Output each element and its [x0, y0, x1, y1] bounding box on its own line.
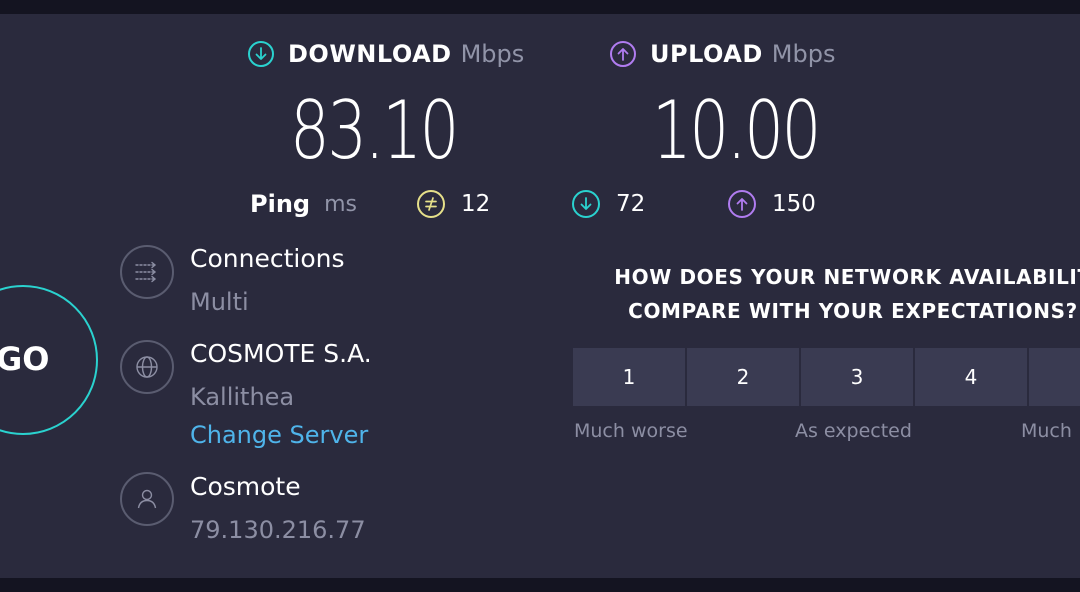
server-name: COSMOTE S.A.: [190, 339, 372, 368]
rating-label-low: Much worse: [574, 420, 688, 442]
user-icon: [120, 472, 174, 526]
upload-value: 10.00: [652, 84, 821, 177]
ping-upload: 150: [728, 186, 816, 222]
connections-mode: Multi: [190, 288, 249, 316]
rating-option-5[interactable]: 5: [1029, 348, 1080, 406]
rating-scale: 1 2 3 4 5: [573, 348, 1080, 406]
survey-question: HOW DOES YOUR NETWORK AVAILABILIT COMPAR…: [573, 260, 1080, 328]
ping-upload-value: 150: [772, 191, 816, 217]
provider-name: Cosmote: [190, 472, 301, 501]
upload-metric: UPLOAD Mbps: [610, 39, 835, 69]
rating-option-2[interactable]: 2: [687, 348, 799, 406]
survey-question-line1: HOW DOES YOUR NETWORK AVAILABILIT: [614, 265, 1080, 289]
change-server-link[interactable]: Change Server: [190, 421, 368, 449]
connections-icon: [120, 245, 174, 299]
ping-label: Ping: [250, 190, 311, 218]
download-value: 83.10: [290, 84, 459, 177]
ping-label-group: Ping ms: [250, 186, 357, 222]
ping-upload-icon: [728, 190, 756, 218]
globe-icon: [120, 340, 174, 394]
ping-download-icon: [572, 190, 600, 218]
upload-unit: Mbps: [771, 40, 836, 68]
connections-title: Connections: [190, 244, 345, 273]
go-button-label[interactable]: GO: [0, 340, 49, 378]
rating-label-high: Much: [1021, 420, 1072, 442]
rating-option-4[interactable]: 4: [915, 348, 1027, 406]
rating-label-mid: As expected: [795, 420, 912, 442]
speedtest-panel: DOWNLOAD Mbps 83.10 UPLOAD Mbps 10.00 Pi…: [0, 14, 1080, 578]
top-bar: [0, 0, 1080, 14]
arrow-up-circle-icon: [610, 41, 636, 67]
download-metric: DOWNLOAD Mbps: [248, 39, 524, 69]
server-location: Kallithea: [190, 383, 295, 411]
ping-download-value: 72: [616, 191, 646, 217]
ping-download: 72: [572, 186, 645, 222]
provider-ip: 79.130.216.77: [190, 516, 366, 544]
rating-option-3[interactable]: 3: [801, 348, 913, 406]
upload-title: UPLOAD: [650, 40, 763, 68]
rating-option-1[interactable]: 1: [573, 348, 685, 406]
ping-idle-value: 12: [461, 191, 491, 217]
arrow-down-circle-icon: [248, 41, 274, 67]
ping-idle: 12: [417, 186, 490, 222]
download-unit: Mbps: [460, 40, 525, 68]
download-title: DOWNLOAD: [288, 40, 452, 68]
ping-unit: ms: [324, 191, 357, 217]
bottom-bar: [0, 578, 1080, 592]
survey-question-line2: COMPARE WITH YOUR EXPECTATIONS?: [628, 299, 1078, 323]
ping-idle-icon: [417, 190, 445, 218]
